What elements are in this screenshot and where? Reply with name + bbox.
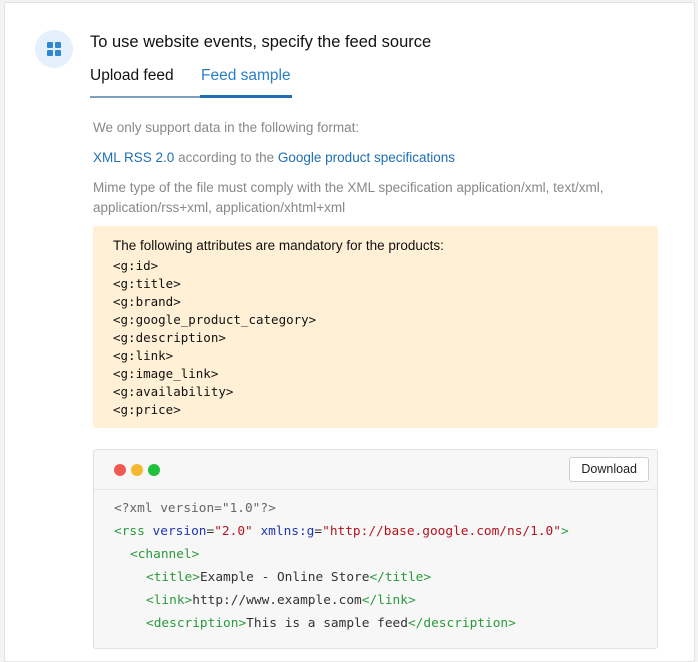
- code-line-description: <description>This is a sample feed</desc…: [114, 615, 657, 638]
- code-token: Example - Online Store: [199, 570, 370, 585]
- list-item: <g:id>: [113, 258, 159, 273]
- code-token: <rss: [114, 524, 145, 539]
- code-token: "http://base.google.com/ns/1.0": [322, 524, 561, 539]
- list-item: <g:link>: [113, 348, 174, 363]
- according-text: according to the: [178, 150, 275, 165]
- code-sample-window: Download <?xml version="1.0"?> <rss vers…: [93, 449, 658, 649]
- minimize-dot-icon: [131, 464, 143, 476]
- list-item: <g:availability>: [113, 384, 234, 399]
- code-token: version: [152, 524, 207, 539]
- code-token: xmlns:g: [260, 524, 315, 539]
- code-token: >: [560, 524, 569, 539]
- code-token: <link>: [146, 593, 193, 608]
- active-tab-indicator: [200, 95, 292, 98]
- list-item: <g:title>: [113, 276, 181, 291]
- code-line-link: <link>http://www.example.com</link>: [114, 592, 657, 615]
- format-line: XML RSS 2.0 according to the Google prod…: [93, 148, 455, 168]
- mandatory-attributes-notice: The following attributes are mandatory f…: [93, 226, 658, 428]
- code-line-xml-declaration: <?xml version="1.0"?>: [114, 501, 276, 516]
- code-line-title: <title>Example - Online Store</title>: [114, 569, 657, 592]
- google-spec-link[interactable]: Google product specifications: [278, 150, 455, 165]
- code-window-header: Download: [94, 450, 657, 490]
- code-token: </title>: [369, 570, 432, 585]
- apps-grid-icon: [35, 30, 73, 68]
- tab-bar: Upload feed Feed sample: [90, 66, 292, 100]
- code-token: <description>: [146, 616, 247, 631]
- list-item: <g:image_link>: [113, 366, 219, 381]
- list-item: <g:brand>: [113, 294, 181, 309]
- xml-rss-link[interactable]: XML RSS 2.0: [93, 150, 174, 165]
- code-token: "2.0": [214, 524, 253, 539]
- list-item: <g:google_product_category>: [113, 312, 317, 327]
- list-item: <g:price>: [113, 402, 181, 417]
- code-token: </description>: [407, 616, 516, 631]
- code-token: <title>: [146, 570, 200, 585]
- mandatory-title: The following attributes are mandatory f…: [113, 238, 444, 253]
- mandatory-list: <g:id> <g:title> <g:brand> <g:google_pro…: [113, 257, 638, 419]
- list-item: <g:description>: [113, 330, 226, 345]
- close-dot-icon: [114, 464, 126, 476]
- section-title: To use website events, specify the feed …: [90, 33, 432, 51]
- code-token: </link>: [361, 593, 416, 608]
- download-button[interactable]: Download: [569, 457, 649, 482]
- maximize-dot-icon: [148, 464, 160, 476]
- code-line-rss: <rss version="2.0" xmlns:g="http://base.…: [114, 524, 569, 539]
- code-token: This is a sample feed: [246, 616, 408, 631]
- tab-feed-sample[interactable]: Feed sample: [201, 66, 291, 86]
- code-token: http://www.example.com: [192, 593, 362, 608]
- tab-upload-feed[interactable]: Upload feed: [90, 66, 174, 86]
- code-block: <?xml version="1.0"?> <rss version="2.0"…: [94, 490, 657, 638]
- mime-type-text: Mime type of the file must comply with t…: [93, 180, 604, 215]
- format-intro: We only support data in the following fo…: [93, 120, 360, 135]
- code-line-channel: <channel>: [130, 547, 200, 562]
